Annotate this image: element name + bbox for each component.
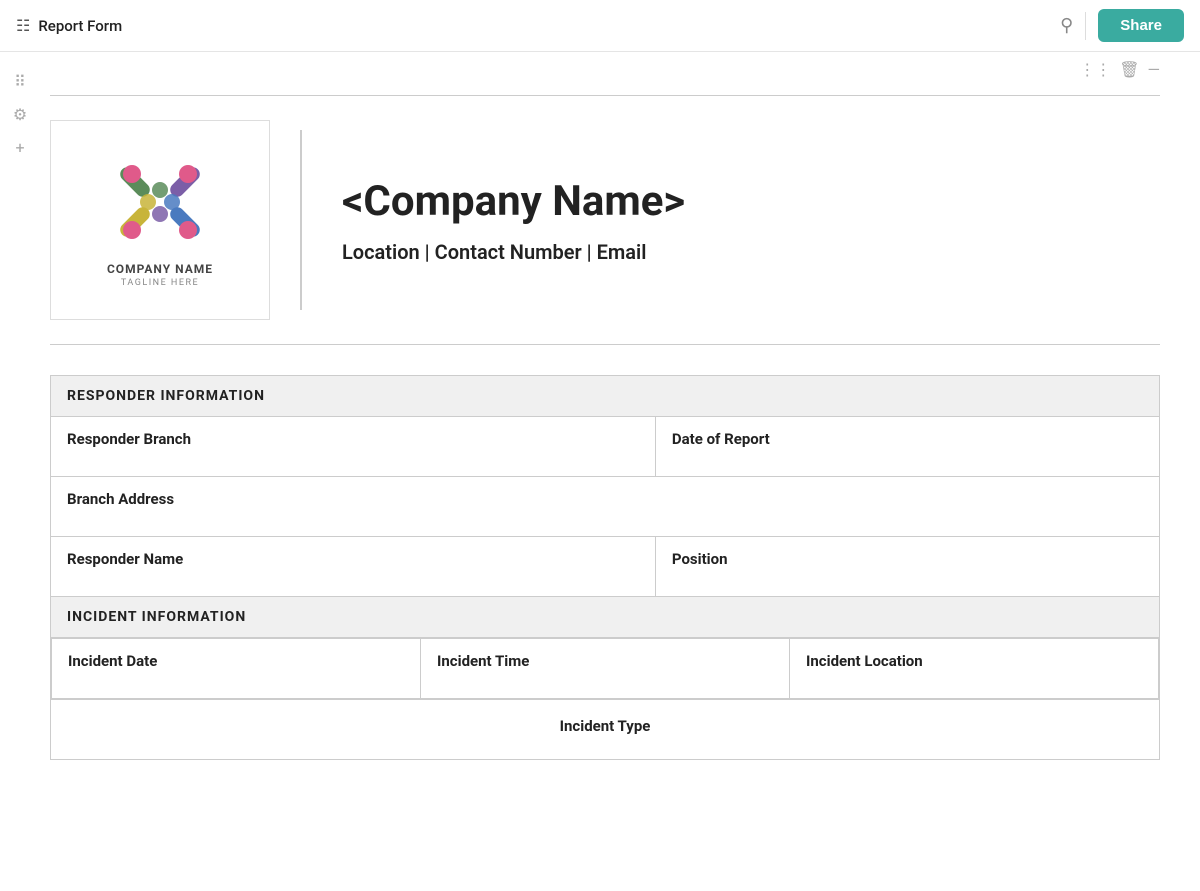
- responder-section-header-row: RESPONDER INFORMATION: [51, 376, 1160, 417]
- incident-inner-row: Incident Date Incident Time Incident Loc…: [52, 639, 1159, 699]
- branch-address-row: Branch Address: [51, 477, 1160, 537]
- branch-address-label: Branch Address: [67, 490, 174, 508]
- incident-date-cell: Incident Date: [52, 639, 421, 699]
- logo-company-name: COMPANY NAME: [107, 262, 213, 276]
- delete-icon[interactable]: 🗑: [1119, 60, 1139, 79]
- incident-type-row: Incident Type: [51, 700, 1160, 760]
- position-cell: Position: [655, 537, 1159, 597]
- bottom-separator: [50, 344, 1160, 345]
- responder-name-label: Responder Name: [67, 550, 183, 568]
- logo-tagline: TAGLINE HERE: [121, 278, 199, 288]
- topbar-divider: [1085, 12, 1086, 40]
- document-icon: ☷: [16, 16, 30, 35]
- add-icon[interactable]: +: [15, 138, 24, 157]
- company-main-name: <Company Name>: [342, 177, 1160, 226]
- header-section: COMPANY NAME TAGLINE HERE <Company Name>…: [50, 96, 1160, 336]
- incident-inner-table: Incident Date Incident Time Incident Loc…: [51, 638, 1159, 699]
- responder-branch-label: Responder Branch: [67, 430, 191, 448]
- date-of-report-label: Date of Report: [672, 430, 770, 448]
- company-info: <Company Name> Location | Contact Number…: [332, 120, 1160, 320]
- responder-branch-cell: Responder Branch: [51, 417, 656, 477]
- incident-date-label: Incident Date: [68, 652, 157, 670]
- branch-address-cell: Branch Address: [51, 477, 1160, 537]
- incident-type-cell: Incident Type: [51, 700, 1160, 760]
- left-tools: ⠿ ⚙ +: [0, 52, 40, 800]
- responder-branch-row: Responder Branch Date of Report: [51, 417, 1160, 477]
- responder-name-cell: Responder Name: [51, 537, 656, 597]
- incident-time-label: Incident Time: [437, 652, 529, 670]
- incident-three-col-cell: Incident Date Incident Time Incident Loc…: [51, 638, 1160, 700]
- responder-name-row: Responder Name Position: [51, 537, 1160, 597]
- topbar-left: ☷ Report Form: [16, 16, 122, 35]
- drag-handle-icon[interactable]: ⠿: [14, 72, 26, 91]
- topbar-right: ⚲ Share: [1060, 9, 1184, 42]
- share-button[interactable]: Share: [1098, 9, 1184, 42]
- top-icons-row: ⋮⋮ 🗑 —: [50, 52, 1160, 83]
- incident-date-row: Incident Date Incident Time Incident Loc…: [51, 638, 1160, 700]
- logo-box: COMPANY NAME TAGLINE HERE: [50, 120, 270, 320]
- topbar: ☷ Report Form ⚲ Share: [0, 0, 1200, 52]
- tag-icon[interactable]: ⚲: [1060, 15, 1073, 36]
- incident-type-label: Incident Type: [560, 717, 651, 735]
- incident-location-cell: Incident Location: [790, 639, 1159, 699]
- content-area: ⠿ ⚙ + ⋮⋮ 🗑 —: [0, 52, 1200, 800]
- document: ⋮⋮ 🗑 —: [40, 52, 1200, 800]
- logo-svg: [110, 152, 210, 252]
- incident-section-header: INCIDENT INFORMATION: [51, 597, 1160, 638]
- grid-icon[interactable]: ⋮⋮: [1079, 60, 1111, 79]
- position-label: Position: [672, 550, 728, 568]
- incident-time-cell: Incident Time: [421, 639, 790, 699]
- responder-section-header: RESPONDER INFORMATION: [51, 376, 1160, 417]
- date-of-report-cell: Date of Report: [655, 417, 1159, 477]
- header-divider: [300, 130, 302, 310]
- company-details: Location | Contact Number | Email: [342, 240, 1160, 264]
- incident-section-header-row: INCIDENT INFORMATION: [51, 597, 1160, 638]
- incident-location-label: Incident Location: [806, 652, 923, 670]
- form-table: RESPONDER INFORMATION Responder Branch D…: [50, 375, 1160, 760]
- topbar-title: Report Form: [38, 17, 122, 35]
- settings-icon[interactable]: ⚙: [13, 105, 27, 124]
- more-icon[interactable]: —: [1148, 60, 1161, 79]
